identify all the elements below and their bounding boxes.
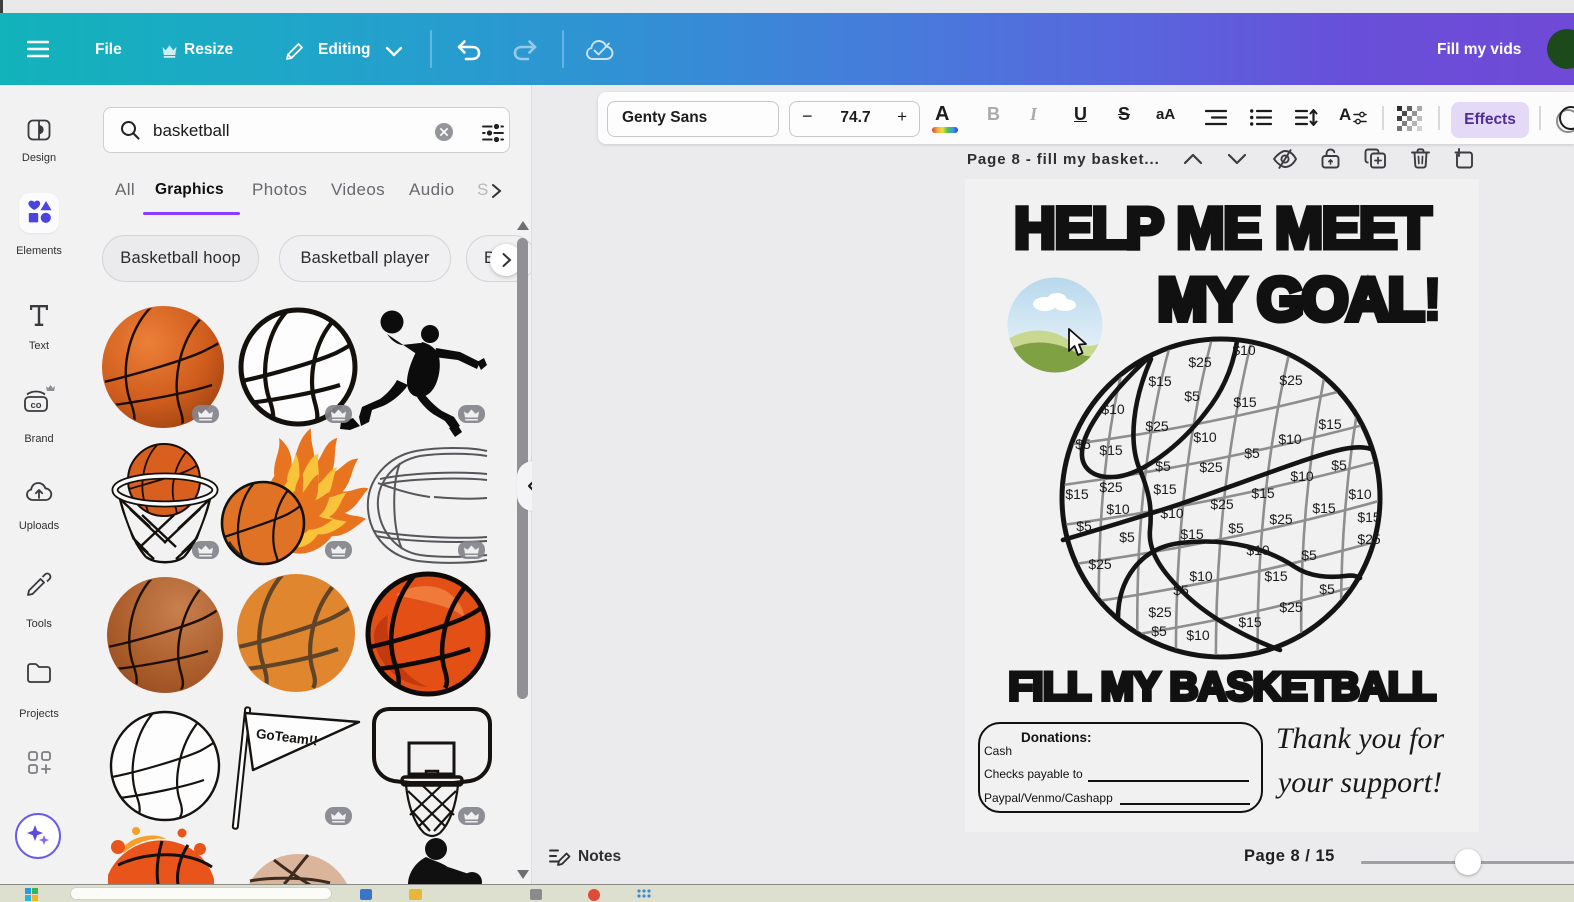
svg-text:$5: $5 — [1331, 457, 1347, 473]
svg-text:$5: $5 — [1301, 547, 1317, 563]
svg-text:$10: $10 — [1278, 431, 1302, 447]
svg-text:$5: $5 — [1244, 445, 1260, 461]
svg-text:$15: $15 — [1251, 485, 1275, 501]
svg-text:$5: $5 — [1173, 582, 1189, 598]
svg-text:$15: $15 — [1264, 568, 1288, 584]
svg-text:$5: $5 — [1155, 458, 1171, 474]
svg-text:$10: $10 — [1106, 501, 1130, 517]
svg-text:$10: $10 — [1290, 468, 1314, 484]
svg-text:$15: $15 — [1065, 486, 1089, 502]
svg-text:$25: $25 — [1088, 556, 1112, 572]
svg-text:$25: $25 — [1099, 479, 1123, 495]
svg-text:$10: $10 — [1246, 542, 1270, 558]
svg-text:$25: $25 — [1188, 354, 1212, 370]
svg-text:$15: $15 — [1318, 416, 1342, 432]
svg-text:$5: $5 — [1319, 581, 1335, 597]
svg-text:$25: $25 — [1148, 604, 1172, 620]
svg-text:$10: $10 — [1101, 401, 1125, 417]
svg-text:$25: $25 — [1279, 372, 1303, 388]
svg-text:$15: $15 — [1099, 442, 1123, 458]
svg-text:$15: $15 — [1148, 373, 1172, 389]
svg-text:$15: $15 — [1312, 500, 1336, 516]
svg-text:$15: $15 — [1153, 481, 1177, 497]
svg-text:co: co — [30, 400, 41, 411]
svg-text:$15: $15 — [1357, 509, 1381, 525]
svg-text:$5: $5 — [1184, 388, 1200, 404]
svg-text:$25: $25 — [1279, 599, 1303, 615]
svg-text:$10: $10 — [1348, 486, 1372, 502]
svg-text:$5: $5 — [1119, 529, 1135, 545]
svg-text:$5: $5 — [1075, 436, 1091, 452]
svg-text:$5: $5 — [1076, 518, 1092, 534]
svg-text:$10: $10 — [1160, 505, 1184, 521]
svg-text:$10: $10 — [1189, 568, 1213, 584]
svg-text:$10: $10 — [1232, 342, 1256, 358]
svg-text:$5: $5 — [1228, 520, 1244, 536]
svg-text:$25: $25 — [1357, 531, 1381, 547]
svg-text:$25: $25 — [1210, 496, 1234, 512]
svg-text:$10: $10 — [1193, 429, 1217, 445]
svg-text:$10: $10 — [1186, 627, 1210, 643]
svg-text:$5: $5 — [1151, 623, 1167, 639]
svg-text:$15: $15 — [1238, 614, 1262, 630]
svg-text:$15: $15 — [1233, 394, 1257, 410]
svg-text:$25: $25 — [1145, 418, 1169, 434]
svg-text:$15: $15 — [1180, 526, 1204, 542]
svg-text:$25: $25 — [1199, 459, 1223, 475]
svg-text:$25: $25 — [1269, 511, 1293, 527]
